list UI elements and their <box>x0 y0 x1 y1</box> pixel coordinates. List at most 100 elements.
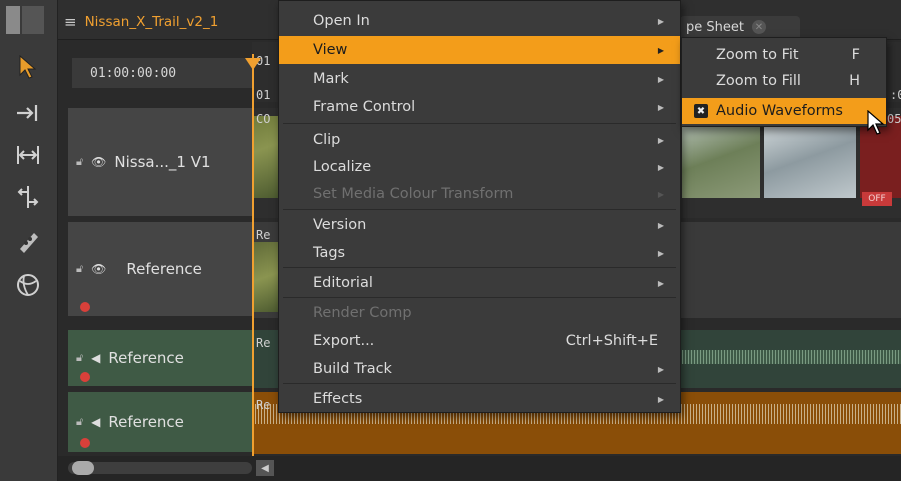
menu-item-export[interactable]: Export... Ctrl+Shift+E <box>279 327 680 355</box>
menu-item-label: View <box>313 42 348 58</box>
close-icon[interactable]: ✕ <box>751 20 766 34</box>
chevron-right-icon: ▶ <box>657 278 664 288</box>
track-header-audio-2[interactable]: 🔓︎ ◀︎ Reference <box>68 392 252 454</box>
off-badge: OFF <box>862 192 892 206</box>
track-name: Reference <box>108 413 184 431</box>
menu-item-label: Effects <box>313 391 363 407</box>
menu-item-frame-control[interactable]: Frame Control ▶ <box>279 93 680 121</box>
chevron-right-icon: ▶ <box>657 16 664 26</box>
context-menu: Open In ▶ View ▶ Mark ▶ Frame Control ▶ Clip… <box>278 0 681 413</box>
menu-shortcut: Ctrl+Shift+E <box>565 333 658 349</box>
playhead-handle[interactable] <box>245 58 261 70</box>
tab-shape-sheet[interactable]: pe Sheet ✕ <box>680 16 800 38</box>
track-header-video-2[interactable]: 🔓︎ 👁︎ Reference <box>68 222 252 318</box>
sequence-icon: ≡ <box>64 13 77 31</box>
submenu-item-audio-waveforms[interactable]: ✖ Audio Waveforms <box>682 98 886 124</box>
speaker-icon[interactable]: ◀︎ <box>91 415 100 429</box>
eye-icon[interactable]: 👁︎ <box>91 155 106 169</box>
chevron-right-icon: ▶ <box>657 45 664 55</box>
menu-separator <box>283 383 676 384</box>
chevron-right-icon: ▶ <box>657 364 664 374</box>
lock-icon[interactable]: 🔓︎ <box>76 351 83 365</box>
checkbox-checked-icon[interactable]: ✖ <box>694 104 708 118</box>
clip-label: Re <box>256 228 271 242</box>
playhead[interactable] <box>252 54 254 458</box>
menu-separator <box>283 123 676 124</box>
menu-item-label: Tags <box>313 245 346 261</box>
chevron-right-icon: ▶ <box>657 74 664 84</box>
ruler-label: 01 <box>256 88 271 102</box>
sequence-tab-label: Nissan_X_Trail_v2_1 <box>84 14 219 30</box>
view-submenu: Zoom to Fit F Zoom to Fill H ✖ Audio Wavefo… <box>681 37 887 127</box>
multi-select-tool-icon[interactable] <box>8 96 48 130</box>
timecode-value: 01:00:00:00 <box>90 65 177 81</box>
menu-item-editorial[interactable]: Editorial ▶ <box>279 269 680 297</box>
menu-item-label: Localize <box>313 159 372 175</box>
sequence-tab[interactable]: ≡ Nissan_X_Trail_v2_1 <box>64 10 218 34</box>
record-marker-icon <box>80 372 90 382</box>
tab-shape-sheet-label: pe Sheet <box>686 19 744 35</box>
record-marker-icon <box>80 438 90 448</box>
menu-item-label: Build Track <box>313 361 392 377</box>
menu-item-localize[interactable]: Localize ▶ <box>279 153 680 181</box>
chevron-right-icon: ▶ <box>657 220 664 230</box>
timecode-display[interactable]: 01:00:00:00 <box>72 58 252 88</box>
menu-separator <box>283 267 676 268</box>
off-badge-label: OFF <box>868 194 886 204</box>
track-header-audio-1[interactable]: 🔓︎ ◀︎ Reference <box>68 330 252 388</box>
menu-shortcut: F <box>851 47 860 63</box>
menu-item-label: Frame Control <box>313 99 416 115</box>
menu-item-label: Open In <box>313 13 370 29</box>
menu-item-mark[interactable]: Mark ▶ <box>279 65 680 93</box>
menu-item-clip[interactable]: Clip ▶ <box>279 126 680 154</box>
clip-label: Re <box>256 336 271 350</box>
slip-tool-icon[interactable] <box>8 138 48 172</box>
track-name: Reference <box>108 349 184 367</box>
ruler-label: :0 <box>890 88 901 102</box>
razor-tool-icon[interactable] <box>8 224 48 258</box>
record-marker-icon <box>80 302 90 312</box>
eye-icon[interactable]: 👁︎ <box>91 262 106 276</box>
zoom-slider-track[interactable] <box>68 462 252 474</box>
menu-item-render-comp: Render Comp <box>279 299 680 327</box>
menu-item-label: Editorial <box>313 275 373 291</box>
scroll-left-button[interactable]: ◀ <box>256 460 274 476</box>
submenu-item-label: Zoom to Fit <box>716 47 799 63</box>
speaker-icon[interactable]: ◀︎ <box>91 351 100 365</box>
pointer-tool-icon[interactable] <box>8 50 48 84</box>
menu-item-open-in[interactable]: Open In ▶ <box>279 7 680 35</box>
menu-item-version[interactable]: Version ▶ <box>279 211 680 239</box>
menu-item-build-track[interactable]: Build Track ▶ <box>279 355 680 383</box>
menu-separator <box>283 209 676 210</box>
menu-shortcut: H <box>849 73 860 89</box>
lock-icon[interactable]: 🔓︎ <box>76 415 83 429</box>
globe-tool-icon[interactable] <box>8 268 48 302</box>
track-name: Reference <box>126 260 202 278</box>
chevron-right-icon: ▶ <box>657 248 664 258</box>
slide-tool-icon[interactable] <box>8 180 48 214</box>
submenu-item-label: Zoom to Fill <box>716 73 801 89</box>
menu-item-label: Mark <box>313 71 349 87</box>
menu-item-label: Render Comp <box>313 305 412 321</box>
clip-label: Re <box>256 398 271 412</box>
chevron-right-icon: ▶ <box>657 135 664 145</box>
panel-menu-handle[interactable] <box>6 6 46 34</box>
submenu-item-zoom-to-fill[interactable]: Zoom to Fill H <box>682 68 886 94</box>
menu-item-tags[interactable]: Tags ▶ <box>279 239 680 267</box>
menu-item-effects[interactable]: Effects ▶ <box>279 385 680 413</box>
mouse-cursor-icon <box>867 110 885 135</box>
menu-item-label: Set Media Colour Transform <box>313 186 514 202</box>
track-header-video-1[interactable]: 🔓︎ 👁︎ Nissa..._1 V1 <box>68 108 252 218</box>
menu-item-view[interactable]: View ▶ <box>279 36 680 64</box>
chevron-right-icon: ▶ <box>657 162 664 172</box>
chevron-right-icon: ▶ <box>657 394 664 404</box>
menu-separator <box>283 297 676 298</box>
menu-item-set-media-colour-transform: Set Media Colour Transform ▶ <box>279 180 680 208</box>
lock-icon[interactable]: 🔓︎ <box>76 262 83 276</box>
submenu-item-zoom-to-fit[interactable]: Zoom to Fit F <box>682 42 886 68</box>
zoom-slider-handle[interactable] <box>72 461 94 475</box>
menu-item-label: Export... <box>313 333 375 349</box>
lock-icon[interactable]: 🔓︎ <box>76 155 83 169</box>
menu-item-label: Clip <box>313 132 341 148</box>
chevron-right-icon: ▶ <box>657 102 664 112</box>
